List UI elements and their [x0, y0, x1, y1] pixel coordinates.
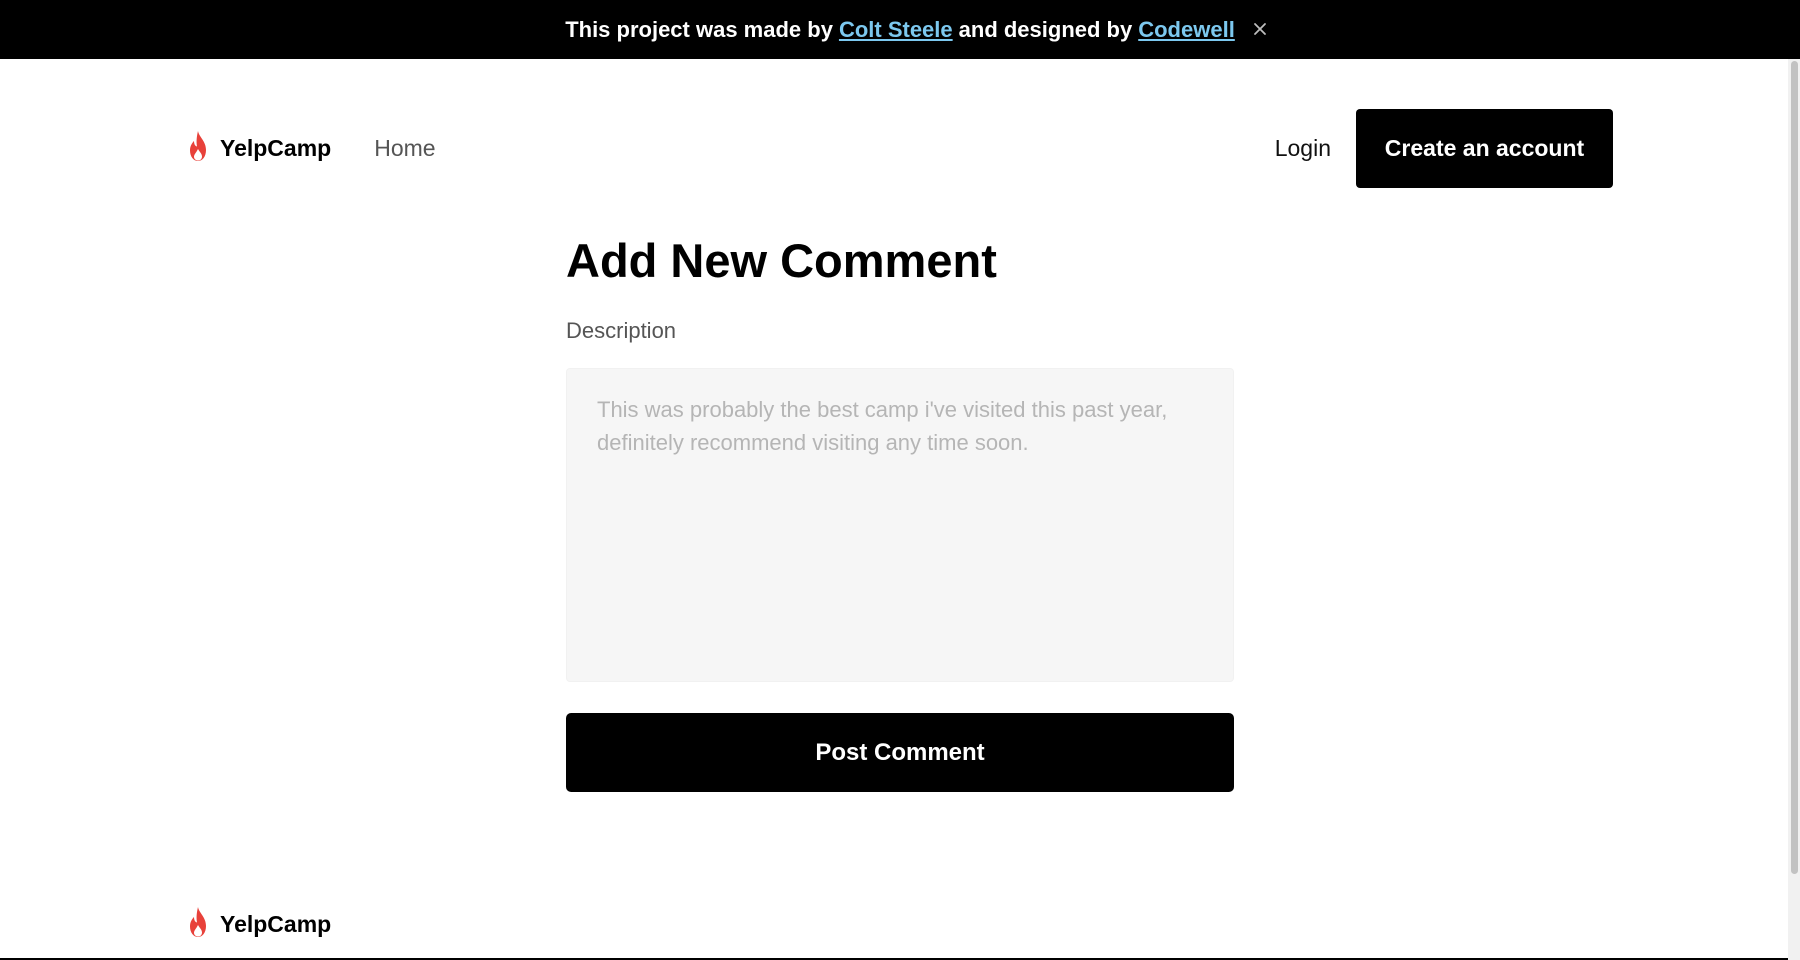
footer-brand-logo[interactable]: YelpCamp: [186, 906, 331, 943]
page-title: Add New Comment: [566, 234, 997, 287]
top-navigation: YelpCamp Home Login Create an account: [186, 109, 1613, 188]
nav-left: YelpCamp Home: [186, 130, 436, 167]
designer-link[interactable]: Codewell: [1138, 17, 1235, 43]
create-account-button[interactable]: Create an account: [1356, 109, 1613, 188]
flame-icon: [186, 130, 210, 167]
banner-prefix: This project was made by: [565, 16, 833, 42]
flame-icon: [186, 906, 210, 943]
description-label: Description: [566, 318, 677, 343]
description-textarea[interactable]: [566, 368, 1234, 682]
brand-logo[interactable]: YelpCamp: [186, 130, 331, 167]
footer-brand-name: YelpCamp: [220, 911, 332, 937]
close-icon[interactable]: [1247, 16, 1273, 42]
brand-name: YelpCamp: [220, 135, 332, 161]
attribution-banner: This project was made by Colt Steele and…: [0, 0, 1800, 59]
comment-form: Add New Comment Description Post Comment: [566, 230, 1234, 792]
nav-right: Login Create an account: [1275, 109, 1613, 188]
nav-home-link[interactable]: Home: [374, 135, 435, 162]
footer: YelpCamp: [186, 906, 331, 943]
post-comment-button[interactable]: Post Comment: [566, 713, 1234, 792]
scrollbar-thumb[interactable]: [1791, 61, 1798, 874]
login-link[interactable]: Login: [1275, 135, 1331, 162]
page-scrollbar[interactable]: [1788, 59, 1800, 960]
banner-text: This project was made by Colt Steele and…: [565, 17, 1235, 43]
banner-middle: and designed by: [958, 16, 1133, 42]
author-link[interactable]: Colt Steele: [839, 17, 953, 43]
